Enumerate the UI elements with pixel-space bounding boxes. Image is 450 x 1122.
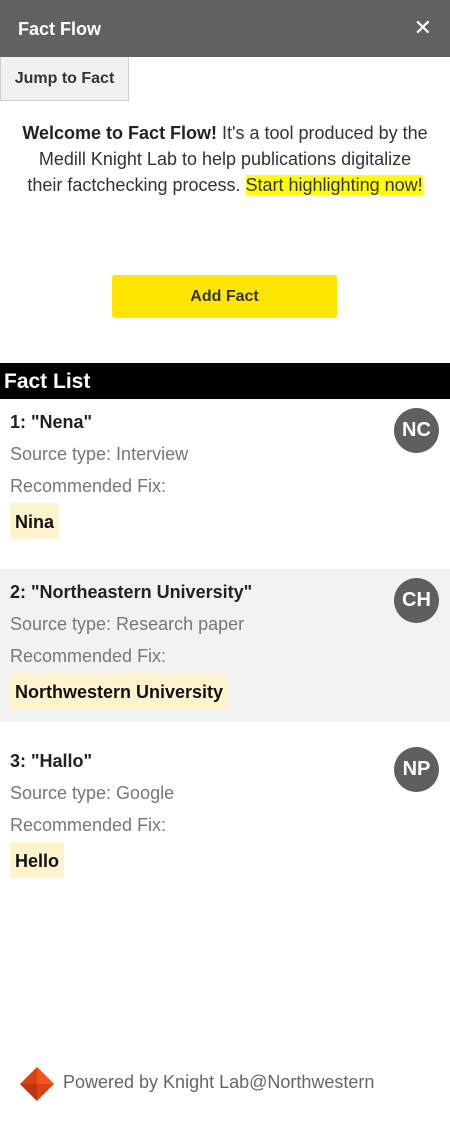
fact-source-type: Source type: Interview bbox=[10, 444, 189, 464]
welcome-bold: Welcome to Fact Flow! bbox=[22, 123, 218, 143]
welcome-highlight: Start highlighting now! bbox=[245, 175, 423, 195]
recommended-fix-value: Nina bbox=[10, 503, 60, 539]
jump-to-fact-button[interactable]: Jump to Fact bbox=[0, 57, 129, 101]
avatar[interactable]: NP bbox=[394, 747, 439, 792]
avatar[interactable]: NC bbox=[394, 408, 439, 453]
fact-title: 2: "Northeastern University" bbox=[10, 582, 253, 602]
close-icon[interactable]: ✕ bbox=[414, 16, 432, 40]
fact-item[interactable]: 1: "Nena" Source type: Interview Recomme… bbox=[0, 399, 450, 552]
recommended-fix-value: Northwestern University bbox=[10, 673, 229, 709]
recommended-fix-label: Recommended Fix: bbox=[10, 815, 167, 835]
welcome-message: Welcome to Fact Flow! It's a tool produc… bbox=[22, 120, 428, 198]
recommended-fix-label: Recommended Fix: bbox=[10, 646, 167, 666]
fact-list-header: Fact List bbox=[0, 363, 450, 399]
fact-source-type: Source type: Google bbox=[10, 783, 175, 803]
fact-title: 3: "Hallo" bbox=[10, 751, 93, 771]
footer-text[interactable]: Powered by Knight Lab@Northwestern bbox=[63, 1072, 374, 1093]
fact-source-type: Source type: Research paper bbox=[10, 614, 245, 634]
fact-item[interactable]: 2: "Northeastern University" Source type… bbox=[0, 569, 450, 722]
title-bar: Fact Flow ✕ bbox=[0, 0, 450, 57]
recommended-fix-label: Recommended Fix: bbox=[10, 476, 167, 496]
knight-lab-logo-icon bbox=[20, 1067, 54, 1101]
fact-title: 1: "Nena" bbox=[10, 412, 93, 432]
avatar[interactable]: CH bbox=[394, 578, 439, 623]
add-fact-button[interactable]: Add Fact bbox=[112, 275, 337, 318]
recommended-fix-value: Hello bbox=[10, 842, 65, 878]
app-title: Fact Flow bbox=[18, 19, 102, 39]
fact-item[interactable]: 3: "Hallo" Source type: Google Recommend… bbox=[0, 738, 450, 891]
